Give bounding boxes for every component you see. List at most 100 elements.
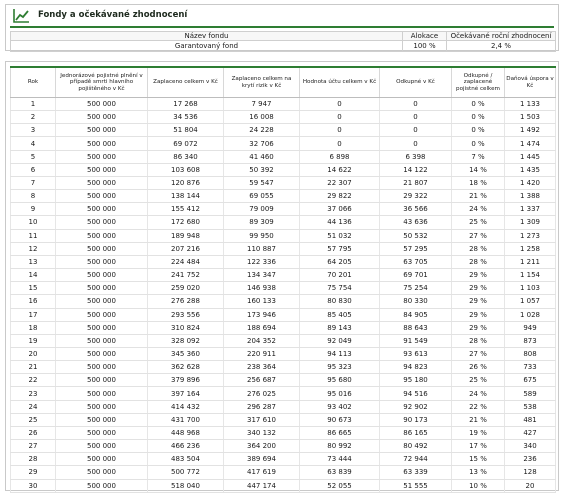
cell-risk-paid: 32 706 [223, 136, 300, 151]
section-title: Fondy a očekávané zhodnocení [38, 10, 188, 20]
cell-tax-saving: 128 [504, 465, 556, 480]
cell-tax-saving: 1 057 [504, 294, 556, 309]
cell-surrender-ratio: 22 % [451, 400, 505, 414]
cell-tax-saving: 949 [504, 321, 556, 335]
cell-risk-paid: 50 392 [223, 163, 300, 177]
table-row: 30 500 000 518 040 447 174 52 055 51 555 10 % 2… [10, 479, 556, 493]
cell-risk-paid: 276 025 [223, 386, 300, 401]
cell-surrender-ratio: 21 % [451, 413, 505, 427]
cell-tax-saving: 236 [504, 452, 556, 467]
cell-year: 13 [10, 255, 56, 270]
cell-paid-total: 466 236 [147, 439, 224, 454]
table-row: 12 500 000 207 216 110 887 57 795 57 295 28 % 1… [10, 242, 556, 256]
cell-surrender-value: 95 180 [379, 373, 452, 388]
funds-header-return: Očekávané roční zhodnocení [446, 31, 556, 41]
cell-surrender-value: 94 823 [379, 360, 452, 375]
cell-surrender-value: 0 [379, 110, 452, 125]
cell-paid-total: 310 824 [147, 321, 224, 335]
header-surrender-ratio: Odkupné / zaplacené pojistné celkem [451, 66, 505, 98]
cell-paid-total: 431 700 [147, 413, 224, 427]
cell-risk-paid: 41 460 [223, 150, 300, 164]
cell-surrender-ratio: 0 % [451, 110, 505, 125]
cell-surrender-value: 75 254 [379, 281, 452, 296]
cell-risk-paid: 204 352 [223, 334, 300, 348]
cell-death-benefit: 500 000 [55, 360, 148, 375]
cell-account-value: 0 [299, 110, 380, 125]
cell-risk-paid: 173 946 [223, 308, 300, 322]
cell-risk-paid: 220 911 [223, 347, 300, 362]
cell-death-benefit: 500 000 [55, 229, 148, 243]
cell-tax-saving: 1 337 [504, 202, 556, 217]
cell-year: 18 [10, 321, 56, 335]
chart-line-icon [13, 9, 29, 23]
cell-surrender-value: 36 566 [379, 202, 452, 217]
cell-account-value: 80 830 [299, 294, 380, 309]
cell-year: 26 [10, 426, 56, 441]
cell-surrender-ratio: 0 % [451, 136, 505, 151]
cell-risk-paid: 364 200 [223, 439, 300, 454]
cell-death-benefit: 500 000 [55, 215, 148, 230]
cell-account-value: 63 839 [299, 465, 380, 480]
cell-surrender-ratio: 29 % [451, 281, 505, 296]
cell-tax-saving: 1 420 [504, 176, 556, 191]
cell-surrender-ratio: 29 % [451, 308, 505, 322]
cell-year: 17 [10, 308, 56, 322]
funds-header-allocation: Alokace [402, 31, 447, 41]
table-row: 21 500 000 362 628 238 364 95 323 94 823 26 % 7… [10, 360, 556, 375]
section-header: Fondy a očekávané zhodnocení [10, 8, 554, 28]
table-row: 13 500 000 224 484 122 336 64 205 63 705 28 % 1… [10, 255, 556, 270]
cell-risk-paid: 79 009 [223, 202, 300, 217]
cell-risk-paid: 296 287 [223, 400, 300, 414]
cell-risk-paid: 160 133 [223, 294, 300, 309]
table-row: 18 500 000 310 824 188 694 89 143 88 643 29 % 9… [10, 321, 556, 335]
cell-account-value: 89 143 [299, 321, 380, 335]
cell-year: 2 [10, 110, 56, 125]
cell-risk-paid: 238 364 [223, 360, 300, 375]
cell-surrender-ratio: 19 % [451, 426, 505, 441]
cell-surrender-ratio: 29 % [451, 294, 505, 309]
cell-tax-saving: 1 258 [504, 242, 556, 256]
cell-death-benefit: 500 000 [55, 163, 148, 177]
table-row: 14 500 000 241 752 134 347 70 201 69 701 29 % 1… [10, 268, 556, 283]
cell-account-value: 86 665 [299, 426, 380, 441]
cell-tax-saving: 1 388 [504, 189, 556, 204]
cell-death-benefit: 500 000 [55, 479, 148, 493]
cell-account-value: 44 136 [299, 215, 380, 230]
cell-account-value: 95 016 [299, 386, 380, 401]
cell-account-value: 22 307 [299, 176, 380, 191]
cell-surrender-value: 29 322 [379, 189, 452, 204]
cell-surrender-ratio: 10 % [451, 479, 505, 493]
cell-year: 22 [10, 373, 56, 388]
cell-surrender-ratio: 29 % [451, 268, 505, 283]
cell-tax-saving: 873 [504, 334, 556, 348]
cell-death-benefit: 500 000 [55, 400, 148, 414]
cell-year: 24 [10, 400, 56, 414]
cell-risk-paid: 188 694 [223, 321, 300, 335]
cell-risk-paid: 69 055 [223, 189, 300, 204]
table-row: 3 500 000 51 804 24 228 0 0 0 % 1 492 [10, 123, 556, 138]
cell-death-benefit: 500 000 [55, 347, 148, 362]
cell-tax-saving: 1 273 [504, 229, 556, 243]
cell-surrender-ratio: 27 % [451, 229, 505, 243]
cell-death-benefit: 500 000 [55, 452, 148, 467]
cell-surrender-value: 63 339 [379, 465, 452, 480]
cell-surrender-ratio: 14 % [451, 163, 505, 177]
cell-account-value: 51 032 [299, 229, 380, 243]
cell-death-benefit: 500 000 [55, 294, 148, 309]
cell-risk-paid: 146 938 [223, 281, 300, 296]
cell-account-value: 52 055 [299, 479, 380, 493]
cell-paid-total: 86 340 [147, 150, 224, 164]
cell-death-benefit: 500 000 [55, 281, 148, 296]
cell-account-value: 0 [299, 123, 380, 138]
cell-year: 7 [10, 176, 56, 191]
cell-account-value: 57 795 [299, 242, 380, 256]
cell-death-benefit: 500 000 [55, 465, 148, 480]
cell-tax-saving: 808 [504, 347, 556, 362]
cell-tax-saving: 1 309 [504, 215, 556, 230]
cell-risk-paid: 99 950 [223, 229, 300, 243]
cell-death-benefit: 500 000 [55, 426, 148, 441]
table-row: 2 500 000 34 536 16 008 0 0 0 % 1 503 [10, 110, 556, 125]
cell-surrender-ratio: 15 % [451, 452, 505, 467]
cell-risk-paid: 16 008 [223, 110, 300, 125]
cell-surrender-value: 91 549 [379, 334, 452, 348]
